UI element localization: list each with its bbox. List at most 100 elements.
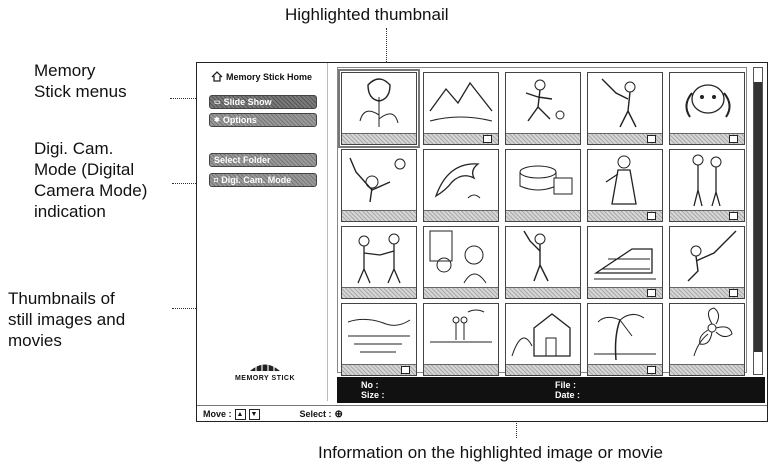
callout-digi-cam-mode: Digi. Cam. Mode (Digital Camera Mode) in… — [34, 139, 148, 221]
thumbnail[interactable] — [505, 72, 581, 145]
thumbnail-info-bar — [506, 287, 580, 298]
thumbnail[interactable] — [423, 303, 499, 376]
memory-stick-logo: MEMORY STICK — [225, 361, 305, 382]
thumbnail[interactable] — [669, 226, 745, 299]
thumbnail-grid — [337, 67, 747, 376]
thumbnail[interactable] — [505, 303, 581, 376]
movie-icon — [729, 135, 738, 143]
house-icon — [511, 313, 571, 357]
movie-icon — [647, 212, 656, 220]
thumbnail[interactable] — [423, 226, 499, 299]
leader-line — [386, 28, 387, 66]
info-size: Size : — [361, 390, 385, 400]
movie-icon — [401, 366, 410, 374]
info-no: No : — [361, 380, 379, 390]
thumbnail[interactable] — [669, 303, 745, 376]
tulip-icon — [359, 78, 399, 127]
thumbnail[interactable] — [505, 149, 581, 222]
callout-info: Information on the highlighted image or … — [318, 443, 663, 462]
volleyball-icon — [349, 157, 406, 203]
thumbnail-info-bar — [588, 364, 662, 375]
memory-stick-menu-panel: Memory Stick Home ▭ Slide Show ✱ Options… — [197, 63, 328, 401]
thumbnail-info-bar — [424, 133, 498, 144]
callout-highlighted-thumbnail: Highlighted thumbnail — [285, 5, 449, 24]
status-bar: Move : ▲ ▼ Select : ⊕ — [197, 405, 767, 422]
menu-item-digi-cam-mode[interactable]: ◘ Digi. Cam. Mode — [209, 173, 317, 187]
thumbnail-info-bar — [588, 287, 662, 298]
thumbnail-info-bar — [506, 133, 580, 144]
thumbnail-info-bar — [670, 210, 744, 221]
movie-icon — [729, 212, 738, 220]
home-icon — [211, 71, 223, 82]
couple-icon — [692, 154, 722, 207]
fisher-icon — [687, 230, 737, 282]
landscape-icon — [429, 81, 493, 122]
thumbnail[interactable] — [341, 303, 417, 376]
thumbnail-info-bar — [670, 364, 744, 375]
info-file: File : — [555, 380, 577, 390]
camera-icon: ◘ — [214, 176, 219, 184]
scrollbar-thumb[interactable] — [754, 82, 762, 352]
memory-stick-home[interactable]: Memory Stick Home — [211, 71, 312, 82]
thumbnail[interactable] — [587, 303, 663, 376]
dolphin-icon — [434, 163, 481, 199]
thumbnail-info-bar — [424, 364, 498, 375]
callout-memory-stick-menus: Memory Stick menus — [34, 61, 127, 101]
thumbnail-info-bar — [424, 210, 498, 221]
info-bar: No : Size : File : Date : — [337, 377, 765, 403]
arrow-up-icon: ▲ — [234, 408, 246, 420]
batter-icon — [601, 78, 637, 128]
movie-icon — [729, 289, 738, 297]
thumbnail[interactable] — [423, 149, 499, 222]
thumbnail[interactable] — [505, 226, 581, 299]
boxers-icon — [357, 233, 401, 284]
seascape-icon — [347, 318, 411, 353]
info-date: Date : — [555, 390, 581, 400]
thumbnail-info-bar — [506, 364, 580, 375]
thumbnail-highlighted[interactable] — [338, 69, 420, 148]
thumbnail[interactable] — [669, 149, 745, 222]
beach-couple-icon — [430, 309, 492, 343]
soccer-player-icon — [525, 79, 565, 122]
thumbnail-info-bar — [342, 210, 416, 221]
menu-item-slide-show[interactable]: ▭ Slide Show — [209, 95, 317, 109]
thumbnail[interactable] — [669, 72, 745, 145]
thumbnail[interactable] — [423, 72, 499, 145]
memory-stick-logo-icon — [250, 362, 280, 371]
cake-icon — [519, 165, 573, 195]
status-move: Move : ▲ ▼ — [203, 408, 260, 420]
thumbnail[interactable] — [587, 72, 663, 145]
menu-item-options[interactable]: ✱ Options — [209, 113, 317, 127]
thumbnail[interactable] — [341, 226, 417, 299]
enter-button-icon: ⊕ — [334, 408, 343, 420]
golfer-icon — [523, 230, 549, 282]
dog-icon — [685, 84, 731, 118]
thumbnail-info-bar — [342, 364, 416, 375]
thumbnail-info-bar — [588, 210, 662, 221]
flower-icon — [693, 307, 733, 357]
thumbnail-info-bar — [506, 210, 580, 221]
scrollbar[interactable] — [753, 67, 763, 375]
thumbnail[interactable] — [587, 149, 663, 222]
thumbnail-info-bar — [670, 287, 744, 298]
thumbnail-info-bar — [342, 287, 416, 298]
callout-thumbnails: Thumbnails of still images and movies — [8, 289, 126, 350]
thumbnail-info-bar — [670, 133, 744, 144]
arrow-down-icon: ▼ — [248, 408, 260, 420]
slideshow-icon: ▭ — [214, 99, 221, 106]
palm-icon — [594, 314, 656, 361]
movie-icon — [647, 366, 656, 374]
thumbnail[interactable] — [341, 149, 417, 222]
thumbnail-info-bar — [342, 133, 416, 144]
menu-item-select-folder[interactable]: Select Folder — [209, 153, 317, 167]
status-select: Select : ⊕ — [299, 408, 343, 420]
movie-icon — [647, 135, 656, 143]
thumbnail-info-bar — [424, 287, 498, 298]
movie-icon — [647, 289, 656, 297]
woman-icon — [605, 155, 637, 205]
thumbnail[interactable] — [587, 226, 663, 299]
tv-screen: Memory Stick Home ▭ Slide Show ✱ Options… — [196, 62, 768, 422]
train-icon — [593, 248, 656, 280]
movie-icon — [483, 135, 492, 143]
window-people-icon — [429, 230, 487, 284]
